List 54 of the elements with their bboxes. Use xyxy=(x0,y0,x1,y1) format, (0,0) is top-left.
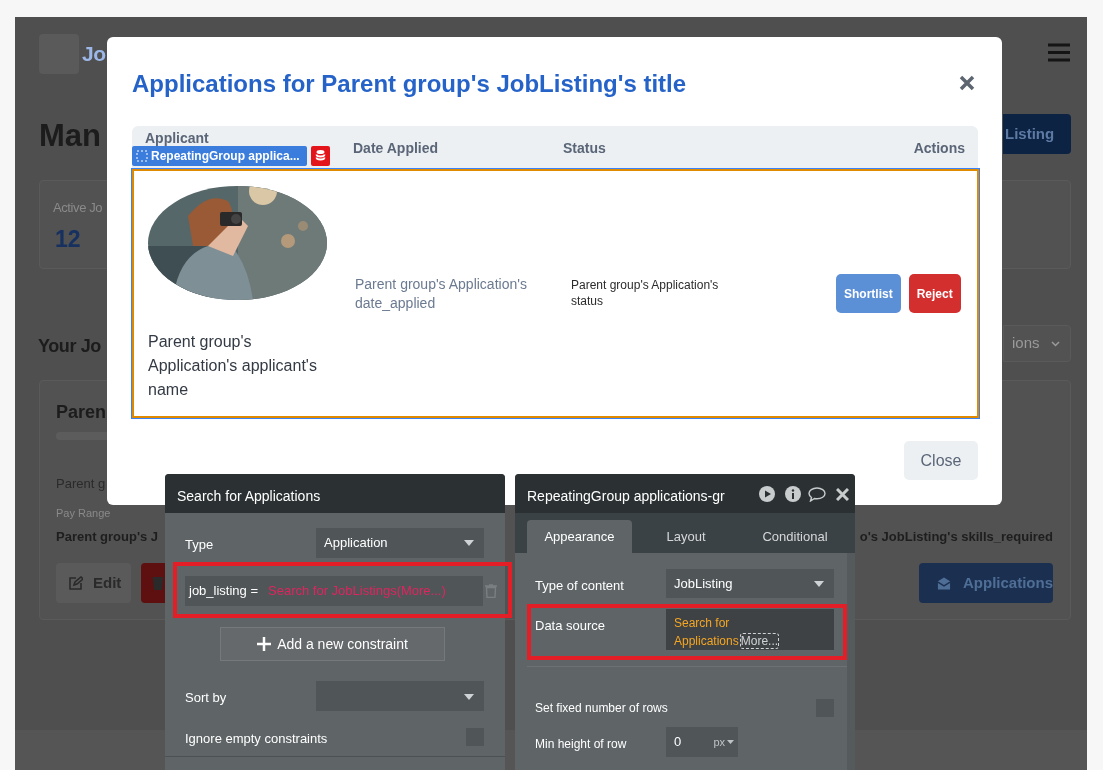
info-icon[interactable] xyxy=(785,486,801,502)
pay-label: Pay Range xyxy=(56,506,111,521)
caret-icon xyxy=(464,540,474,546)
scrollbar[interactable] xyxy=(847,553,855,770)
field-label: Type xyxy=(185,536,214,554)
caret-icon xyxy=(814,581,824,587)
trash-icon[interactable] xyxy=(485,584,497,598)
reject-button[interactable]: Reject xyxy=(908,274,961,313)
close-button[interactable]: Close xyxy=(904,441,978,480)
content-dropdown[interactable]: JobListing xyxy=(666,569,834,598)
field-label: Sort by xyxy=(185,689,227,707)
modal-title: Applications for Parent group's JobListing's title xyxy=(132,69,687,99)
trash-icon xyxy=(153,576,163,590)
caret-icon xyxy=(464,694,474,700)
database-icon xyxy=(311,146,330,166)
caret-icon xyxy=(727,740,734,744)
panel-title: Search for Applications xyxy=(177,487,321,506)
column-header: Applicant xyxy=(145,129,209,148)
selection-icon xyxy=(136,150,148,162)
menu-icon[interactable] xyxy=(1048,43,1070,62)
panel-tab[interactable]: Layout xyxy=(632,520,740,553)
min-height-field[interactable]: 0 px xyxy=(666,727,738,757)
status-text: Parent group's Application's status xyxy=(571,277,720,309)
app-name: Jo xyxy=(82,41,106,67)
data-source-field[interactable]: Search for Applications More... xyxy=(666,609,834,650)
close-icon[interactable] xyxy=(959,74,977,92)
envelope-icon xyxy=(937,575,951,591)
panel-title: RepeatingGroup applications-gr xyxy=(527,487,726,506)
new-listing-button[interactable]: Listing xyxy=(1003,114,1071,154)
stat-value: 12 xyxy=(55,225,81,254)
panel-tab[interactable]: Appearance xyxy=(527,520,632,553)
chevron-icon xyxy=(1051,340,1060,347)
field-label: Set fixed number of rows xyxy=(535,700,668,717)
stat-label: Active Jo xyxy=(53,199,103,217)
panel-tab[interactable]: Conditional xyxy=(740,520,850,553)
add-constraint-button[interactable]: Add a new constraint xyxy=(220,627,445,661)
column-header: Status xyxy=(563,139,606,158)
column-header: Date Applied xyxy=(353,139,439,158)
shortlist-button[interactable]: Shortlist xyxy=(836,274,901,313)
type-dropdown[interactable]: Application xyxy=(316,528,484,558)
close-icon[interactable] xyxy=(836,488,849,501)
edit-icon xyxy=(68,575,83,591)
field-label: Type of content xyxy=(535,577,624,595)
play-icon[interactable] xyxy=(759,486,775,502)
element-tag: RepeatingGroup applica... xyxy=(132,146,307,166)
comment-icon[interactable] xyxy=(808,487,826,502)
plus-icon xyxy=(257,637,272,651)
field-label: Data source xyxy=(535,617,606,635)
field-label: Min height of row xyxy=(535,736,627,753)
column-header: Actions xyxy=(913,139,965,158)
field-label: Ignore empty constraints xyxy=(185,730,328,748)
date-applied: Parent group's Application's date_applied xyxy=(355,275,528,313)
constraint-field[interactable]: job_listing = Search for JobListings(More...) xyxy=(185,576,483,606)
applicant-name: Parent group's Application's applicant's name xyxy=(148,332,318,400)
